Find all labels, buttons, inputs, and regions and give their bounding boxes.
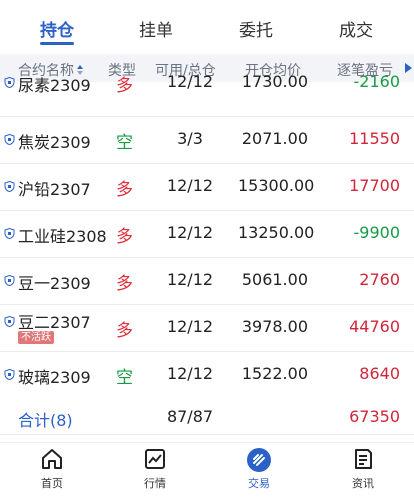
open-price: 2071.00 [241,129,308,148]
contract-name: 焦炭2309 [18,133,91,152]
open-price: 13250.00 [238,223,315,242]
nav-news-label: 资讯 [352,477,374,490]
active-tab-indicator [40,42,74,45]
chart-icon [145,449,165,469]
table-row[interactable]: 工业硅2308 多 12/12 13250.00 -9900 [0,211,414,258]
shield-icon [4,275,15,286]
pnl-value: 11550 [349,129,400,148]
position-type: 多 [116,227,133,247]
position-type: 多 [116,180,133,200]
news-icon [355,449,372,469]
nav-home-label: 首页 [41,477,63,490]
pnl-value: -9900 [353,223,401,242]
tab-positions[interactable]: 持仓 [17,16,97,41]
available-total: 12/12 [166,72,214,91]
nav-market[interactable]: 行情 [125,447,185,491]
contract-name: 豆二2307 [18,313,91,332]
position-type: 空 [116,133,133,153]
pnl-value: -2160 [353,72,401,91]
pnl-value: 17700 [349,176,400,195]
bottom-navigation: 首页 行情 交易 资讯 [0,442,414,501]
shield-icon [4,369,15,380]
position-type: 多 [116,321,133,341]
inactive-badge: 不活跃 [18,331,54,344]
home-icon [42,449,62,469]
table-row[interactable]: 沪铅2307 多 12/12 15300.00 17700 [0,164,414,211]
nav-news[interactable]: 资讯 [333,447,393,491]
open-price: 1522.00 [241,364,308,383]
contract-name: 工业硅2308 [18,227,107,246]
nav-trade[interactable]: 交易 [229,447,289,491]
contract-name: 玻璃2309 [18,368,91,387]
pnl-value: 2760 [359,270,400,289]
open-price: 1730.00 [241,72,308,91]
open-price: 5061.00 [241,270,308,289]
shield-icon [4,316,15,327]
summary-row: 合计(8) 87/87 67350 [0,398,414,435]
position-type: 多 [116,274,133,294]
position-type: 空 [116,368,133,388]
summary-label[interactable]: 合计(8) [18,407,73,431]
tab-trades[interactable]: 成交 [316,16,396,41]
contract-name: 沪铅2307 [18,180,91,199]
nav-trade-label: 交易 [248,477,270,490]
shield-icon [4,77,15,88]
trade-icon [247,448,271,472]
available-total: 3/3 [177,129,203,148]
nav-home[interactable]: 首页 [22,447,82,491]
available-total: 12/12 [166,176,214,195]
nav-market-label: 行情 [144,477,166,490]
tab-orders[interactable]: 委托 [216,16,296,41]
table-row[interactable]: 尿素2309 多 12/12 1730.00 -2160 [0,70,414,117]
table-row[interactable]: 豆一2309 多 12/12 5061.00 2760 [0,258,414,305]
summary-pnl: 67350 [349,407,400,426]
open-price: 15300.00 [238,176,315,195]
table-row[interactable]: 焦炭2309 空 3/3 2071.00 11550 [0,117,414,164]
available-total: 12/12 [166,364,214,383]
tab-pending-orders[interactable]: 挂单 [116,16,196,41]
table-row[interactable]: 豆二2307 不活跃 多 12/12 3978.00 44760 [0,305,414,352]
shield-icon [4,181,15,192]
available-total: 12/12 [166,270,214,289]
pnl-value: 44760 [349,317,400,336]
available-total: 12/12 [166,317,214,336]
contract-name: 豆一2309 [18,274,91,293]
summary-available-total: 87/87 [166,407,214,426]
pnl-value: 8640 [359,364,400,383]
contract-name: 尿素2309 [18,76,91,95]
table-row[interactable]: 玻璃2309 空 12/12 1522.00 8640 [0,352,414,399]
available-total: 12/12 [166,223,214,242]
position-tabs: 持仓 挂单 委托 成交 [0,0,414,50]
position-type: 多 [116,76,133,96]
shield-icon [4,134,15,145]
shield-icon [4,228,15,239]
open-price: 3978.00 [241,317,308,336]
